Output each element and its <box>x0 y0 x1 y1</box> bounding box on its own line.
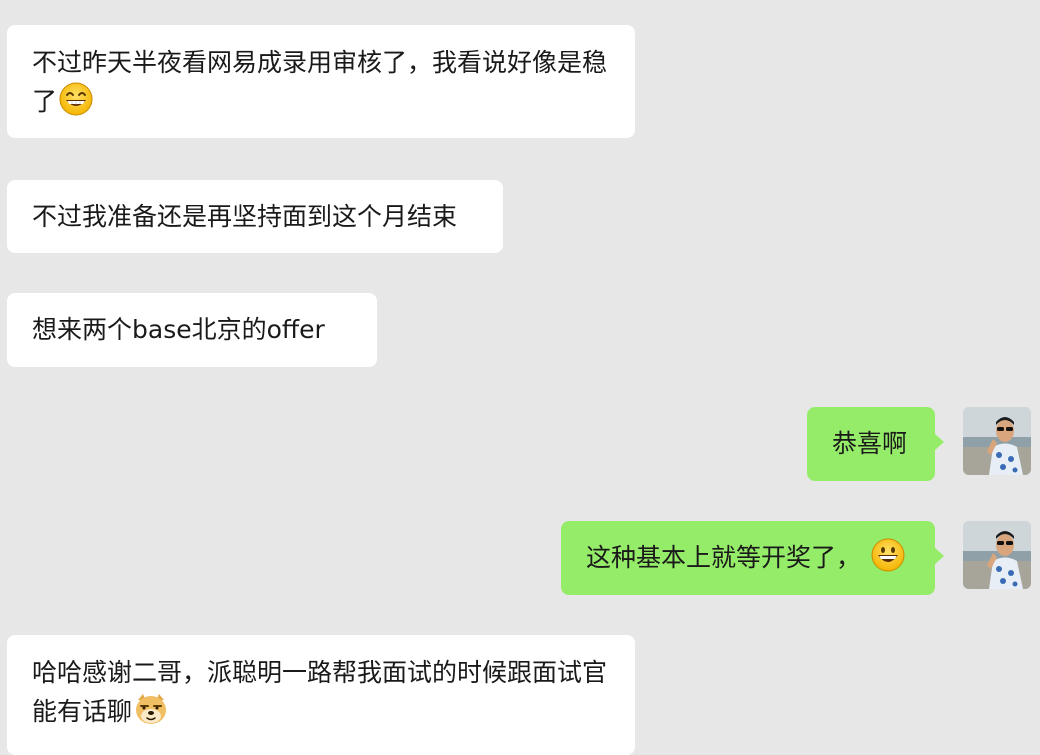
message-text: 不过我准备还是再坚持面到这个月结束 <box>32 202 458 231</box>
outgoing-message-bubble[interactable]: 恭喜啊 <box>807 407 944 481</box>
message-text: 这种基本上就等开奖了， <box>586 543 862 572</box>
outgoing-message-bubble[interactable]: 这种基本上就等开奖了， <box>561 521 944 595</box>
message-text: 想来两个base北京的offer <box>32 315 325 344</box>
message-text: 哈哈感谢二哥，派聪明一路帮我面试的时候跟面试官能有话聊 <box>32 658 608 726</box>
chat-message-list: 不过昨天半夜看网易成录用审核了，我看说好像是稳了 不过我准备还是再坚持面到这个月… <box>0 0 1040 755</box>
message-text: 不过昨天半夜看网易成录用审核了，我看说好像是稳了 <box>32 48 608 116</box>
doge-icon <box>136 694 167 724</box>
incoming-message-bubble[interactable]: 哈哈感谢二哥，派聪明一路帮我面试的时候跟面试官能有话聊 <box>7 635 635 755</box>
user-avatar[interactable] <box>963 521 1031 589</box>
user-avatar[interactable] <box>963 407 1031 475</box>
grinning-face-with-smiling-eyes-icon <box>59 82 93 116</box>
incoming-message-bubble[interactable]: 不过昨天半夜看网易成录用审核了，我看说好像是稳了 <box>7 25 635 138</box>
message-text: 恭喜啊 <box>832 429 908 458</box>
incoming-message-bubble[interactable]: 想来两个base北京的offer <box>7 293 377 367</box>
incoming-message-bubble[interactable]: 不过我准备还是再坚持面到这个月结束 <box>7 180 503 253</box>
avatar-image <box>963 521 1031 589</box>
avatar-image <box>963 407 1031 475</box>
grinning-face-icon <box>871 538 905 572</box>
